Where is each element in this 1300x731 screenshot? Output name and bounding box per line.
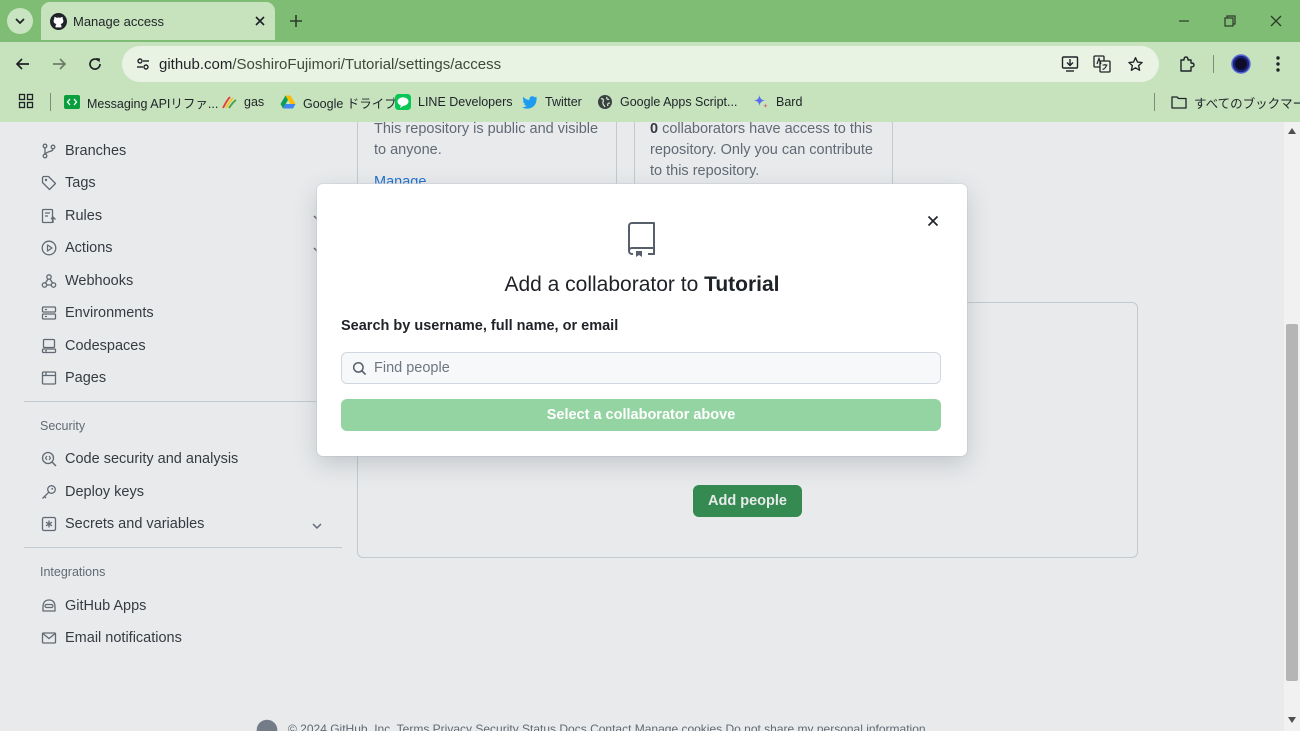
all-bookmarks-button[interactable]: すべてのブックマーク <box>1171 93 1300 111</box>
tab-search-button[interactable] <box>7 8 33 34</box>
dialog-repo-name: Tutorial <box>704 273 780 296</box>
bookmark-separator <box>50 93 51 111</box>
search-label: Search by username, full name, or email <box>341 318 619 334</box>
bookmark-label: LINE Developers <box>418 95 513 109</box>
forward-button[interactable] <box>46 52 72 76</box>
address-bar[interactable]: github.com/SoshiroFujimori/Tutorial/sett… <box>122 46 1159 82</box>
google-drive-icon <box>280 94 296 110</box>
reload-icon <box>89 58 101 70</box>
bookmark-twitter[interactable]: Twitter <box>522 93 582 111</box>
bookmark-separator <box>1154 93 1155 111</box>
bookmark-gas[interactable]: gas <box>221 93 264 111</box>
rainbow-icon <box>221 94 237 110</box>
close-window-button[interactable] <box>1265 10 1287 32</box>
dialog-title-prefix: Add a collaborator to <box>504 273 705 296</box>
puzzle-icon <box>1180 56 1195 72</box>
url-text: github.com/SoshiroFujimori/Tutorial/sett… <box>159 56 501 73</box>
scrollbar-thumb[interactable] <box>1286 324 1298 681</box>
apps-button[interactable] <box>18 93 34 114</box>
browser-menu-button[interactable] <box>1266 52 1290 76</box>
line-icon <box>395 94 411 110</box>
search-icon <box>352 361 367 376</box>
find-people-field[interactable] <box>341 352 941 384</box>
tune-icon <box>137 58 149 70</box>
globe-icon <box>597 94 613 110</box>
star-icon <box>1127 56 1143 71</box>
folder-icon <box>1171 94 1187 110</box>
reload-button[interactable] <box>82 52 108 76</box>
chevron-down-icon <box>15 18 25 25</box>
arrow-left-icon <box>15 58 29 70</box>
dialog-title: Add a collaborator to Tutorial <box>317 273 967 297</box>
browser-tab-active[interactable]: Manage access <box>41 2 275 40</box>
close-icon <box>255 16 265 26</box>
install-app-button[interactable] <box>1059 53 1081 75</box>
tab-title: Manage access <box>73 14 165 29</box>
all-bookmarks-label: すべてのブックマーク <box>1194 96 1300 111</box>
page-scrollbar[interactable] <box>1284 122 1300 731</box>
scroll-up-arrow-icon[interactable] <box>1288 128 1296 134</box>
tab-close-button[interactable] <box>251 12 269 30</box>
avatar-icon <box>1231 54 1251 74</box>
restore-icon <box>1224 15 1236 27</box>
install-icon <box>1061 56 1079 72</box>
bookmark-label: Google ドライブ <box>303 96 397 111</box>
repo-icon <box>628 222 655 257</box>
toolbar-divider <box>1213 55 1214 73</box>
extensions-button[interactable] <box>1175 52 1199 76</box>
bookmark-label: gas <box>244 95 265 109</box>
github-logo-icon <box>50 13 67 30</box>
select-collaborator-button[interactable]: Select a collaborator above <box>341 399 941 431</box>
bookmark-label: Bard <box>776 95 803 109</box>
close-icon <box>1270 15 1282 27</box>
minimize-window-button[interactable] <box>1173 10 1195 32</box>
add-collaborator-dialog: Add a collaborator to Tutorial Search by… <box>317 184 967 456</box>
find-people-input[interactable] <box>374 356 934 380</box>
bookmarks-bar: Messaging APIリファ... gas Google ドライブ LINE… <box>0 86 1300 118</box>
bookmark-google-apps-script[interactable]: Google Apps Script... <box>597 93 737 111</box>
bookmark-label: Messaging APIリファ... <box>87 96 219 111</box>
profile-avatar-button[interactable] <box>1229 52 1253 76</box>
translate-icon <box>1093 55 1111 73</box>
bookmark-line-developers[interactable]: LINE Developers <box>395 93 513 111</box>
arrow-right-icon <box>53 58 67 70</box>
restore-window-button[interactable] <box>1219 10 1241 32</box>
back-button[interactable] <box>10 52 36 76</box>
url-host: github.com <box>159 56 233 73</box>
bookmark-label: Twitter <box>545 95 582 109</box>
url-path: /SoshiroFujimori/Tutorial/settings/acces… <box>232 56 502 73</box>
apps-grid-icon <box>18 93 34 109</box>
plus-icon <box>290 15 302 27</box>
browser-tab-strip: Manage access <box>0 0 1300 42</box>
close-icon <box>927 215 939 227</box>
new-tab-button[interactable] <box>285 10 307 32</box>
bookmark-google-drive[interactable]: Google ドライブ <box>280 93 397 111</box>
bard-sparkle-icon <box>753 94 769 110</box>
minimize-icon <box>1179 20 1189 22</box>
more-vertical-icon <box>1276 56 1280 72</box>
site-info-button[interactable] <box>131 52 155 76</box>
scroll-down-arrow-icon[interactable] <box>1288 717 1296 723</box>
browser-toolbar: github.com/SoshiroFujimori/Tutorial/sett… <box>0 42 1300 86</box>
bookmark-label: Google Apps Script... <box>620 95 738 109</box>
translate-button[interactable] <box>1091 53 1113 75</box>
twitter-icon <box>522 94 538 110</box>
code-icon <box>64 94 80 110</box>
dialog-close-button[interactable] <box>922 210 944 232</box>
bookmark-messaging-api[interactable]: Messaging APIリファ... <box>64 93 218 111</box>
bookmark-star-button[interactable] <box>1124 53 1146 75</box>
bookmark-bard[interactable]: Bard <box>753 93 802 111</box>
